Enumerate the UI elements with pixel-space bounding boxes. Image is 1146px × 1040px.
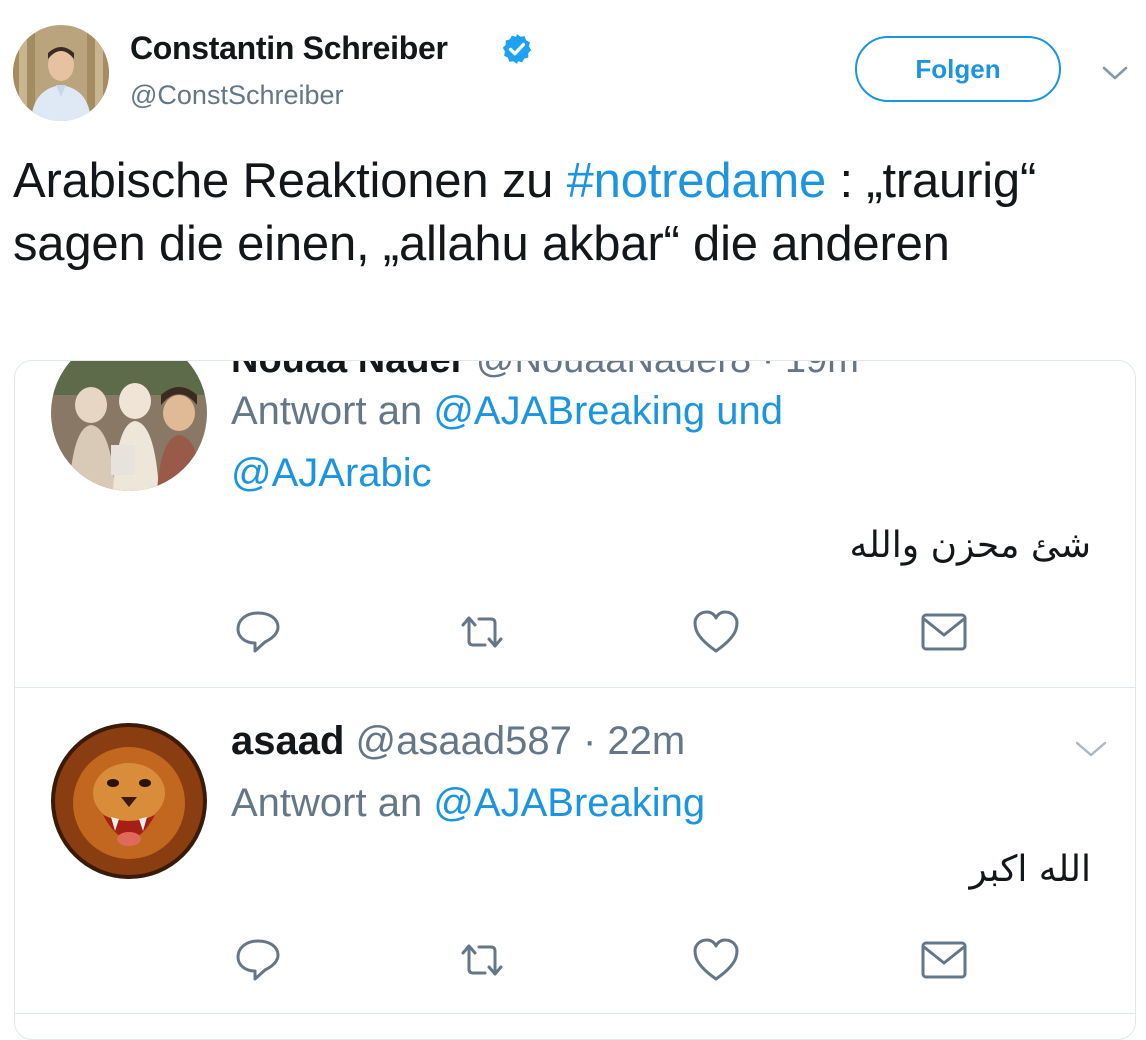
reply-avatar-group[interactable] [51,361,207,491]
verified-badge-icon [502,34,532,64]
chevron-down-icon[interactable] [1073,737,1109,761]
author-handle[interactable]: @ConstSchreiber [130,80,344,111]
like-icon[interactable] [691,607,741,657]
reply-to-line: Antwort an @AJABreaking und [231,389,783,434]
cut-off-reply-handle: @NouaaNader8 · 19m [475,360,859,381]
reply-divider [15,687,1135,688]
reply-text: الله اكبر [969,849,1092,890]
follow-button[interactable]: Folgen [855,36,1061,102]
message-icon[interactable] [919,935,969,985]
cut-off-reply-header: Nouaa Nader @NouaaNader8 · 19m [231,360,859,382]
retweet-icon[interactable] [457,607,507,657]
hashtag-link[interactable]: #notredame [567,154,827,208]
mention-link[interactable]: @AJABreaking [433,781,705,825]
reply-icon[interactable] [233,607,283,657]
tweet-text: Arabische Reaktionen zu #notredame : „tr… [13,150,1133,276]
reply-to-prefix: Antwort an [231,781,434,825]
reply-author-handle[interactable]: @asaad587 · 22m [356,719,686,763]
mention-link[interactable]: @AJArabic [231,451,432,495]
author-avatar[interactable] [13,25,109,121]
cut-off-reply-name: Nouaa Nader [231,360,466,381]
reply-text: شئ محزن والله [849,525,1091,566]
reply-to-prefix: Antwort an [231,389,434,433]
mention-link[interactable]: @AJABreaking und [433,389,783,433]
message-icon[interactable] [919,607,969,657]
reply-to-line-2: @AJArabic [231,451,432,496]
reply-divider [15,1013,1135,1014]
author-name[interactable]: Constantin Schreiber [130,30,448,67]
tweet-text-start: Arabische Reaktionen zu [13,154,567,208]
like-icon[interactable] [691,935,741,985]
reply-avatar-lion[interactable] [51,723,207,879]
reply-author-name[interactable]: asaad [231,719,344,763]
reply-to-line: Antwort an @AJABreaking [231,781,705,826]
retweet-icon[interactable] [457,935,507,985]
reply-icon[interactable] [233,935,283,985]
reply-header: asaad @asaad587 · 22m [231,719,685,764]
chevron-down-icon[interactable] [1100,62,1130,84]
embedded-screenshot[interactable]: Nouaa Nader @NouaaNader8 · 19m Antwort a… [14,360,1136,1040]
